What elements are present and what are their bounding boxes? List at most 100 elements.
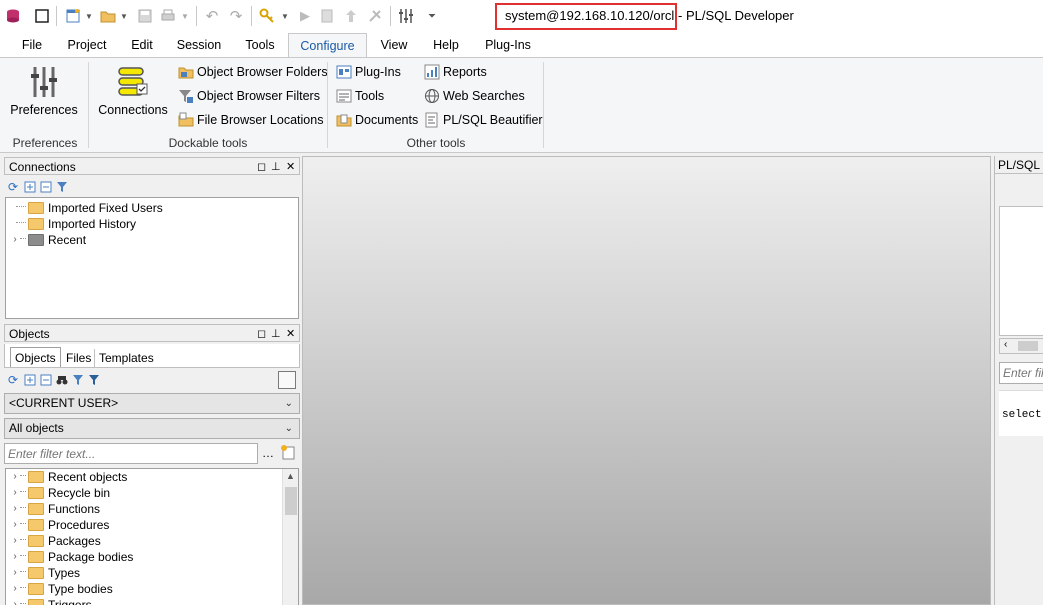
chevron-right-icon[interactable]: ›	[10, 565, 20, 581]
break-icon[interactable]	[318, 6, 336, 26]
menu-file[interactable]: File	[12, 33, 52, 57]
scroll-up-icon[interactable]: ▲	[286, 471, 295, 481]
chevron-right-icon[interactable]: ›	[10, 549, 20, 565]
pin-icon[interactable]: ⊥	[271, 158, 281, 176]
menu-edit[interactable]: Edit	[122, 33, 162, 57]
menu-plugins[interactable]: Plug-Ins	[478, 33, 538, 57]
reports-button[interactable]: Reports	[424, 62, 487, 82]
tree-item-triggers[interactable]: › Triggers	[10, 597, 92, 605]
right-horizontal-scrollbar[interactable]: ‹	[999, 338, 1043, 354]
new-filter-icon[interactable]	[280, 444, 296, 463]
menu-view[interactable]: View	[372, 33, 416, 57]
documents-label: Documents	[355, 113, 419, 127]
open-dropdown-icon[interactable]: ▼	[119, 6, 129, 26]
right-text-area[interactable]: select	[999, 390, 1043, 436]
tree-item-recent[interactable]: › Recent	[10, 232, 86, 248]
menu-tools[interactable]: Tools	[236, 33, 284, 57]
tree-item-imported-fixed-users[interactable]: Imported Fixed Users	[16, 200, 163, 216]
web-searches-button[interactable]: Web Searches	[424, 86, 525, 106]
tree-item-functions[interactable]: › Functions	[10, 501, 100, 517]
chevron-right-icon[interactable]: ›	[10, 469, 20, 485]
tree-item-packages[interactable]: › Packages	[10, 533, 100, 549]
toggle-checkbox[interactable]	[278, 371, 296, 389]
plugins-button[interactable]: Plug-Ins	[336, 62, 401, 82]
more-options-icon[interactable]: …	[262, 446, 274, 460]
tab-objects[interactable]: Objects	[10, 347, 61, 367]
execute-icon[interactable]: ▶	[296, 6, 314, 26]
object-browser-filters-button[interactable]: Object Browser Filters	[178, 86, 320, 106]
chevron-right-icon[interactable]: ›	[10, 501, 20, 517]
tools-button[interactable]: Tools	[336, 86, 384, 106]
rollback-icon[interactable]	[366, 6, 384, 26]
user-select[interactable]: <CURRENT USER> ⌄	[4, 393, 300, 414]
expand-icon[interactable]	[24, 374, 36, 386]
menu-help[interactable]: Help	[424, 33, 468, 57]
object-browser-folders-button[interactable]: Object Browser Folders	[178, 62, 328, 82]
open-icon[interactable]	[97, 6, 119, 26]
object-browser-filters-label: Object Browser Filters	[197, 89, 320, 103]
expand-icon[interactable]	[24, 181, 36, 193]
key-icon[interactable]	[257, 6, 277, 26]
object-filter-icon[interactable]	[72, 374, 84, 386]
print-dropdown-icon[interactable]: ▼	[180, 6, 190, 26]
print-icon[interactable]	[158, 6, 178, 26]
plsql-beautifier-button[interactable]: PL/SQL Beautifier	[424, 110, 543, 130]
redo-icon[interactable]: ↷	[226, 6, 246, 26]
tree-item-recycle-bin[interactable]: › Recycle bin	[10, 485, 110, 501]
dockable-tools-group-label: Dockable tools	[168, 136, 248, 150]
connections-panel-title: Connections	[9, 160, 76, 174]
menu-session[interactable]: Session	[170, 33, 228, 57]
window-icon[interactable]	[33, 6, 51, 26]
save-icon[interactable]	[135, 6, 155, 26]
pin-icon[interactable]: ⊥	[271, 325, 281, 343]
chevron-right-icon[interactable]: ›	[10, 517, 20, 533]
preferences-sliders-icon[interactable]	[396, 6, 416, 26]
binoculars-icon[interactable]	[56, 374, 68, 386]
tree-item-procedures[interactable]: › Procedures	[10, 517, 109, 533]
close-icon[interactable]: ✕	[286, 158, 295, 176]
folder-icon	[28, 551, 44, 563]
scroll-left-icon[interactable]: ‹	[1004, 339, 1007, 350]
folder-icon	[28, 487, 44, 499]
tree-item-types[interactable]: › Types	[10, 565, 80, 581]
tree-item-recent-objects[interactable]: › Recent objects	[10, 469, 127, 485]
commit-icon[interactable]	[342, 6, 360, 26]
scroll-thumb[interactable]	[1018, 341, 1038, 351]
right-filter-input[interactable]	[999, 362, 1043, 384]
tab-files[interactable]: Files	[63, 349, 96, 367]
connection-filter-icon[interactable]	[56, 181, 68, 193]
new-dropdown-icon[interactable]: ▼	[84, 6, 94, 26]
preferences-button[interactable]: Preferences	[10, 64, 78, 117]
object-type-select[interactable]: All objects ⌄	[4, 418, 300, 439]
collapse-icon[interactable]	[40, 374, 52, 386]
undo-icon[interactable]: ↶	[202, 6, 222, 26]
folder-icon	[28, 234, 44, 246]
scroll-thumb[interactable]	[285, 487, 297, 515]
refresh-icon[interactable]: ⟳	[8, 374, 20, 386]
chevron-right-icon[interactable]: ›	[10, 485, 20, 501]
tab-templates[interactable]: Templates	[96, 349, 157, 367]
filter-input[interactable]	[4, 443, 258, 464]
refresh-icon[interactable]: ⟳	[8, 181, 20, 193]
chevron-right-icon[interactable]: ›	[10, 232, 20, 248]
chevron-right-icon[interactable]: ›	[10, 581, 20, 597]
customize-toolbar-icon[interactable]: ⏷	[425, 6, 439, 26]
chevron-right-icon[interactable]: ›	[10, 533, 20, 549]
restore-icon[interactable]: ◻	[257, 158, 266, 176]
file-browser-locations-button[interactable]: File Browser Locations	[178, 110, 323, 130]
menu-project[interactable]: Project	[60, 33, 114, 57]
new-icon[interactable]	[62, 6, 84, 26]
collapse-icon[interactable]	[40, 181, 52, 193]
connections-button[interactable]: Connections	[96, 64, 170, 117]
tree-item-package-bodies[interactable]: › Package bodies	[10, 549, 133, 565]
tree-item-imported-history[interactable]: Imported History	[16, 216, 136, 232]
close-icon[interactable]: ✕	[286, 325, 295, 343]
object-filter-edit-icon[interactable]	[88, 374, 100, 386]
documents-button[interactable]: Documents	[336, 110, 418, 130]
key-dropdown-icon[interactable]: ▼	[280, 6, 290, 26]
chevron-right-icon[interactable]: ›	[10, 597, 20, 605]
restore-icon[interactable]: ◻	[257, 325, 266, 343]
menu-configure[interactable]: Configure	[288, 33, 367, 58]
tree-item-type-bodies[interactable]: › Type bodies	[10, 581, 112, 597]
objects-scrollbar[interactable]: ▲	[282, 469, 298, 605]
